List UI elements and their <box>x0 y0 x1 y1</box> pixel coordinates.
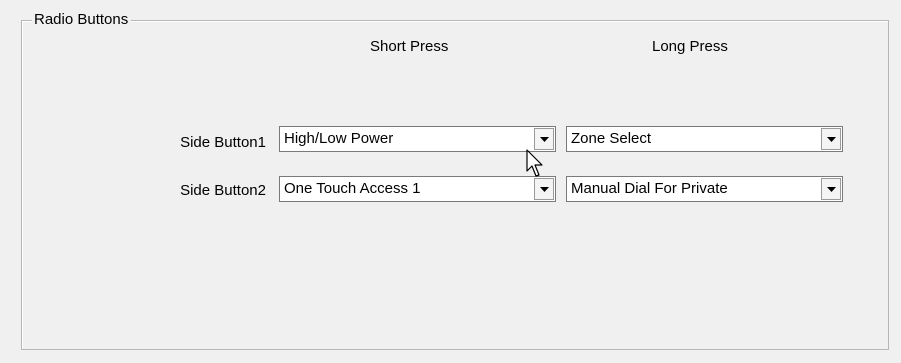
short-press-header: Short Press <box>370 38 449 55</box>
group-title: Radio Buttons <box>32 11 132 29</box>
side-button1-short-press-value: High/Low Power <box>284 130 394 147</box>
chevron-down-icon[interactable] <box>821 128 841 150</box>
side-button2-long-press-select[interactable]: Manual Dial For Private <box>566 176 843 202</box>
chevron-down-icon[interactable] <box>821 178 841 200</box>
side-button2-long-press-value: Manual Dial For Private <box>571 180 728 197</box>
side-button1-long-press-select[interactable]: Zone Select <box>566 126 843 152</box>
side-button2-short-press-select[interactable]: One Touch Access 1 <box>279 176 556 202</box>
side-button2-label: Side Button2 <box>180 182 266 199</box>
mouse-pointer-icon <box>526 149 546 183</box>
side-button1-long-press-value: Zone Select <box>571 130 652 147</box>
side-button2-short-press-value: One Touch Access 1 <box>284 180 421 197</box>
side-button1-short-press-select[interactable]: High/Low Power <box>279 126 556 152</box>
side-button1-label: Side Button1 <box>180 134 266 151</box>
long-press-header: Long Press <box>652 38 728 55</box>
chevron-down-icon[interactable] <box>534 128 554 150</box>
